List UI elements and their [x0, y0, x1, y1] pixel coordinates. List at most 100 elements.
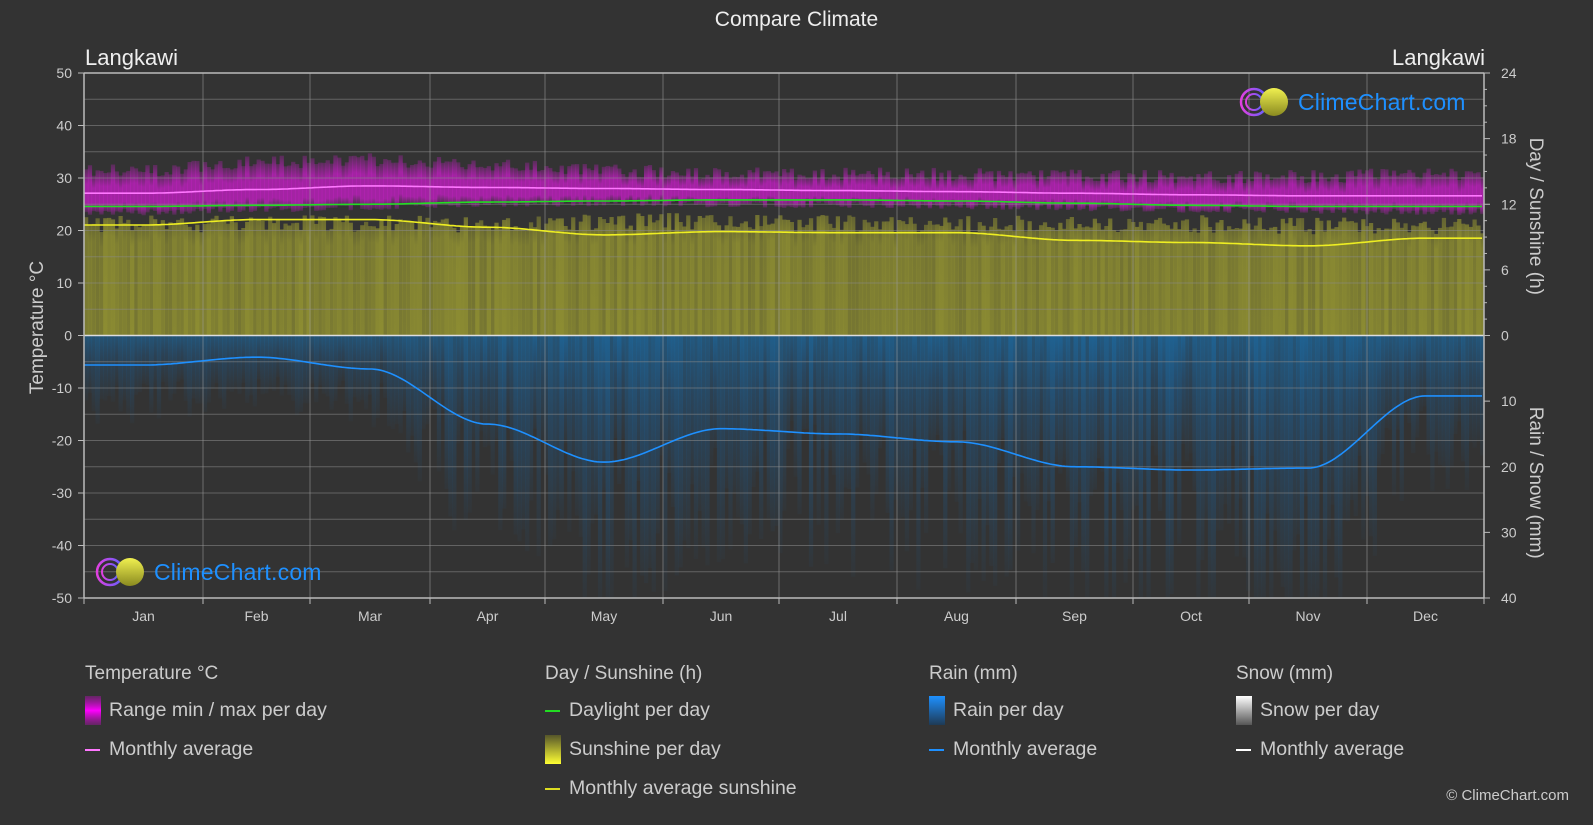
left-tick-label: 50 — [56, 65, 72, 81]
sunshine-bar — [1407, 232, 1412, 336]
rain-bar — [1437, 335, 1443, 465]
temp-range-bar — [1269, 179, 1274, 208]
rain-bar — [613, 335, 618, 439]
rain-bar — [571, 335, 576, 472]
sunshine-bar — [1299, 218, 1305, 336]
sunshine-bar — [1196, 232, 1201, 336]
legend-item-rain-avg: Monthly average — [929, 730, 1097, 769]
rain-bar — [1280, 335, 1285, 587]
rain-bar — [187, 335, 192, 417]
temp-range-bar — [479, 166, 484, 203]
temp-range-bar — [517, 170, 522, 203]
rain-bar — [1150, 335, 1155, 446]
left-tick-label: 40 — [56, 118, 72, 134]
rain-bar — [889, 335, 894, 571]
rain-bar — [900, 335, 906, 518]
sunshine-bar — [137, 227, 142, 336]
rain-bar — [962, 335, 967, 431]
sunshine-bar — [1368, 223, 1374, 336]
sunshine-bar — [571, 217, 576, 336]
sunshine-bar — [874, 221, 879, 336]
sunshine-bar — [1016, 215, 1021, 336]
rain-bar — [225, 335, 231, 391]
temp-range-bar — [176, 166, 181, 211]
sunshine-bar — [1342, 217, 1347, 336]
rain-bar — [1361, 335, 1366, 540]
sunshine-bar — [413, 229, 419, 336]
sunshine-bar — [981, 225, 986, 336]
sunshine-bar — [1414, 226, 1420, 336]
sunshine-bar — [521, 229, 526, 336]
temp-range-bar — [820, 169, 825, 203]
climechart-logo-icon — [1239, 87, 1288, 117]
temp-range-bar — [279, 155, 284, 211]
sunshine-bar — [375, 228, 380, 336]
climechart-logo-top[interactable]: ClimeChart.com — [1238, 86, 1466, 118]
sunshine-bar — [766, 224, 771, 336]
sunshine-bar — [241, 228, 246, 336]
sunshine-bar — [667, 213, 672, 336]
rain-bar — [667, 335, 672, 473]
sunshine-bar — [156, 224, 162, 336]
temp-range-bar — [509, 167, 514, 204]
sunshine-bar — [210, 218, 215, 336]
temp-range-bar — [436, 157, 442, 204]
rain-bar — [663, 335, 668, 591]
rain-bar — [114, 335, 119, 386]
sunshine-bar — [613, 224, 618, 336]
climechart-logo-bottom[interactable]: ClimeChart.com — [94, 556, 322, 588]
sunshine-bar — [870, 226, 875, 336]
rain-bar — [202, 335, 208, 413]
rain-bar — [1062, 335, 1067, 461]
rain-bar — [1399, 335, 1404, 501]
sunshine-bar — [693, 221, 699, 336]
sunshine-bar — [91, 223, 96, 336]
sunshine-bar — [743, 221, 748, 336]
sunshine-bar — [260, 221, 265, 336]
sunshine-bar — [644, 226, 649, 336]
temp-range-bar — [613, 164, 618, 204]
rain-bar — [924, 335, 929, 534]
rain-bar — [314, 335, 319, 403]
temp-range-bar — [333, 155, 338, 208]
temp-range-swatch-icon — [85, 696, 101, 725]
rain-bar — [137, 335, 142, 393]
right-axis-title-rain: Rain / Snow (mm) — [1525, 407, 1546, 559]
rain-bar — [1016, 335, 1021, 551]
rain-bar — [176, 335, 181, 382]
temp-range-bar — [421, 162, 426, 206]
sunshine-bar — [179, 218, 185, 336]
sunshine-bar — [1073, 228, 1078, 336]
rain-bar — [1000, 335, 1005, 439]
rain-bar — [371, 335, 376, 428]
temp-range-bar — [433, 161, 438, 208]
temp-range-bar — [348, 156, 353, 211]
sunshine-bar — [947, 222, 952, 336]
sunshine-bar — [805, 224, 810, 336]
rain-bar — [716, 335, 722, 563]
temp-range-bar — [256, 159, 261, 208]
temp-range-bar — [214, 164, 219, 208]
rain-bar — [340, 335, 346, 381]
temp-range-bar — [494, 163, 499, 204]
temp-range-bar — [1100, 173, 1105, 207]
sunshine-bar — [225, 223, 231, 336]
sunshine-bar — [724, 225, 729, 336]
sunshine-bar — [716, 225, 722, 336]
sunshine-bar — [314, 223, 319, 336]
sunshine-bar — [759, 226, 764, 336]
rain-bar — [156, 335, 162, 419]
temp-range-bar — [271, 156, 277, 208]
sunshine-bar — [1441, 217, 1447, 336]
sunshine-bar — [927, 220, 933, 336]
sunshine-bar — [1069, 217, 1074, 336]
temp-range-bar — [574, 164, 580, 204]
sunshine-bar — [222, 221, 227, 336]
legend-item-rain: Rain per day — [929, 691, 1097, 730]
sunshine-bar — [1334, 227, 1339, 336]
sunshine-bar — [793, 231, 798, 336]
sunshine-bar — [935, 224, 940, 336]
sunshine-bar — [1319, 220, 1324, 336]
daylight-swatch-icon — [545, 709, 560, 712]
sunshine-bar — [797, 219, 802, 336]
